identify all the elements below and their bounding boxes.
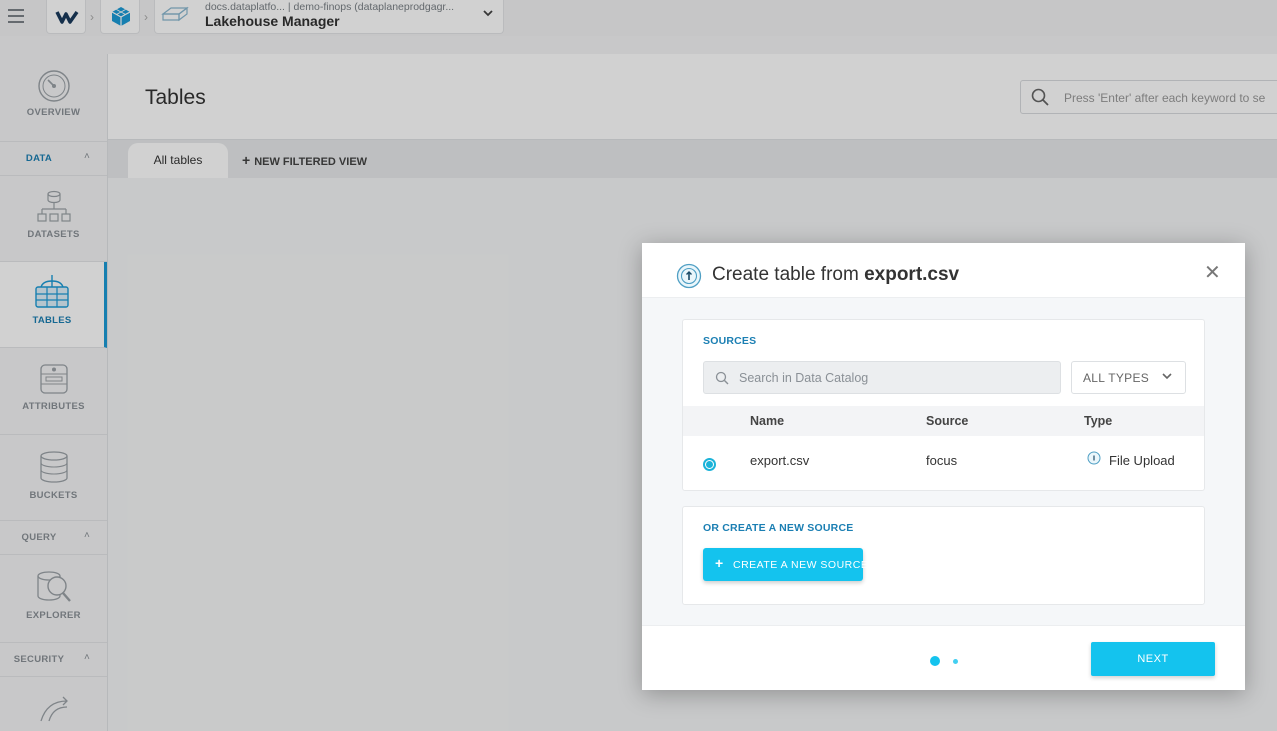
next-button[interactable]: NEXT — [1091, 642, 1215, 676]
create-source-header: OR CREATE A NEW SOURCE — [703, 522, 854, 534]
close-icon[interactable]: ✕ — [1204, 260, 1221, 285]
create-table-modal: Create table from export.csv ✕ SOURCES S… — [642, 243, 1245, 690]
file-upload-type-icon — [1087, 451, 1101, 465]
sources-header: SOURCES — [703, 335, 757, 347]
column-name: Name — [750, 414, 785, 428]
chevron-down-icon — [1162, 373, 1172, 380]
create-new-source-button[interactable]: + CREATE A NEW SOURCE — [703, 548, 868, 581]
plus-icon: + — [715, 555, 724, 571]
modal-footer: NEXT — [642, 625, 1245, 690]
row-radio-selected[interactable] — [703, 458, 716, 471]
type-filter-dropdown[interactable]: ALL TYPES — [1071, 361, 1186, 394]
step-indicator-inactive — [953, 659, 958, 664]
modal-header: Create table from export.csv ✕ — [642, 243, 1245, 298]
modal-title: Create table from export.csv — [712, 264, 960, 285]
column-type: Type — [1084, 414, 1113, 428]
create-source-panel: OR CREATE A NEW SOURCE + CREATE A NEW SO… — [682, 506, 1205, 605]
step-indicator-active — [930, 656, 940, 666]
row-source: focus — [926, 453, 958, 468]
row-name: export.csv — [750, 453, 810, 468]
sources-table-header: Name Source Type — [683, 406, 1204, 436]
search-icon — [715, 371, 729, 385]
file-upload-icon — [676, 263, 702, 289]
catalog-search-input[interactable]: Search in Data Catalog — [703, 361, 1061, 394]
sources-panel: SOURCES Search in Data Catalog ALL TYPES… — [682, 319, 1205, 491]
row-type: File Upload — [1109, 453, 1175, 468]
column-source: Source — [926, 414, 969, 428]
